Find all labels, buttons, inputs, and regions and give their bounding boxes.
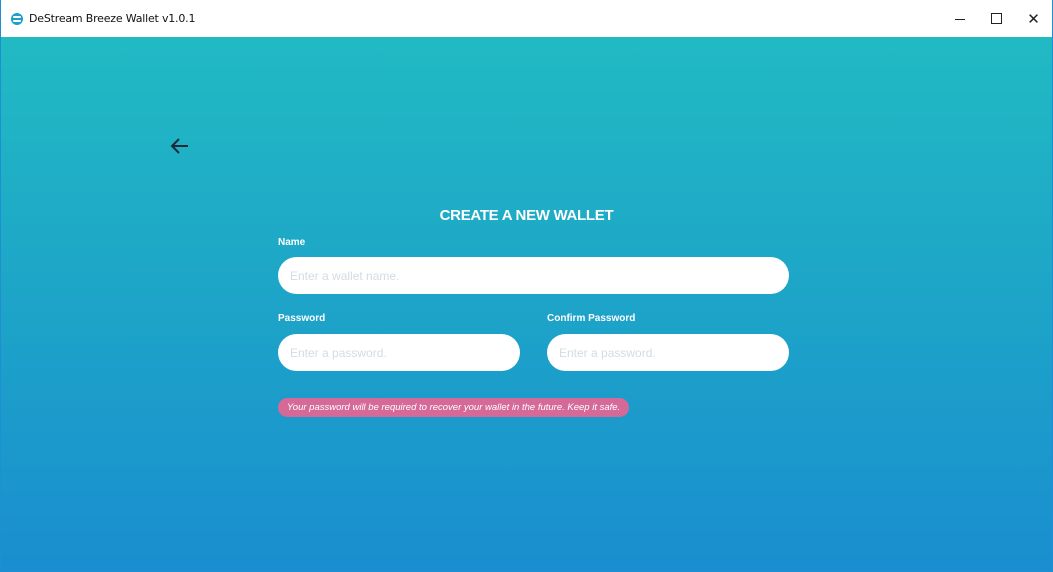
minimize-icon xyxy=(954,19,965,20)
password-warning-badge: Your password will be required to recove… xyxy=(278,398,630,417)
maximize-icon xyxy=(991,13,1002,24)
confirm-password-label: Confirm Password xyxy=(547,313,636,324)
password-input[interactable] xyxy=(278,334,520,371)
close-button[interactable]: ✕ xyxy=(1015,0,1052,37)
maximize-button[interactable] xyxy=(978,0,1015,37)
back-button[interactable] xyxy=(169,135,191,157)
window-title: DeStream Breeze Wallet v1.0.1 xyxy=(29,12,196,25)
close-icon: ✕ xyxy=(1027,9,1040,28)
minimize-button[interactable] xyxy=(941,0,978,37)
app-logo-icon xyxy=(11,12,23,25)
title-bar[interactable]: DeStream Breeze Wallet v1.0.1 ✕ xyxy=(1,0,1052,37)
page-title: CREATE A NEW WALLET xyxy=(439,207,614,224)
confirm-password-input[interactable] xyxy=(547,334,789,371)
app-window: DeStream Breeze Wallet v1.0.1 ✕ CREATE A… xyxy=(0,0,1053,572)
wallet-name-input[interactable] xyxy=(278,257,789,294)
password-label: Password xyxy=(278,313,326,324)
arrow-left-icon xyxy=(170,138,188,154)
window-controls: ✕ xyxy=(941,0,1052,37)
name-label: Name xyxy=(278,237,306,248)
create-wallet-page: CREATE A NEW WALLET Name Password Confir… xyxy=(1,37,1052,571)
